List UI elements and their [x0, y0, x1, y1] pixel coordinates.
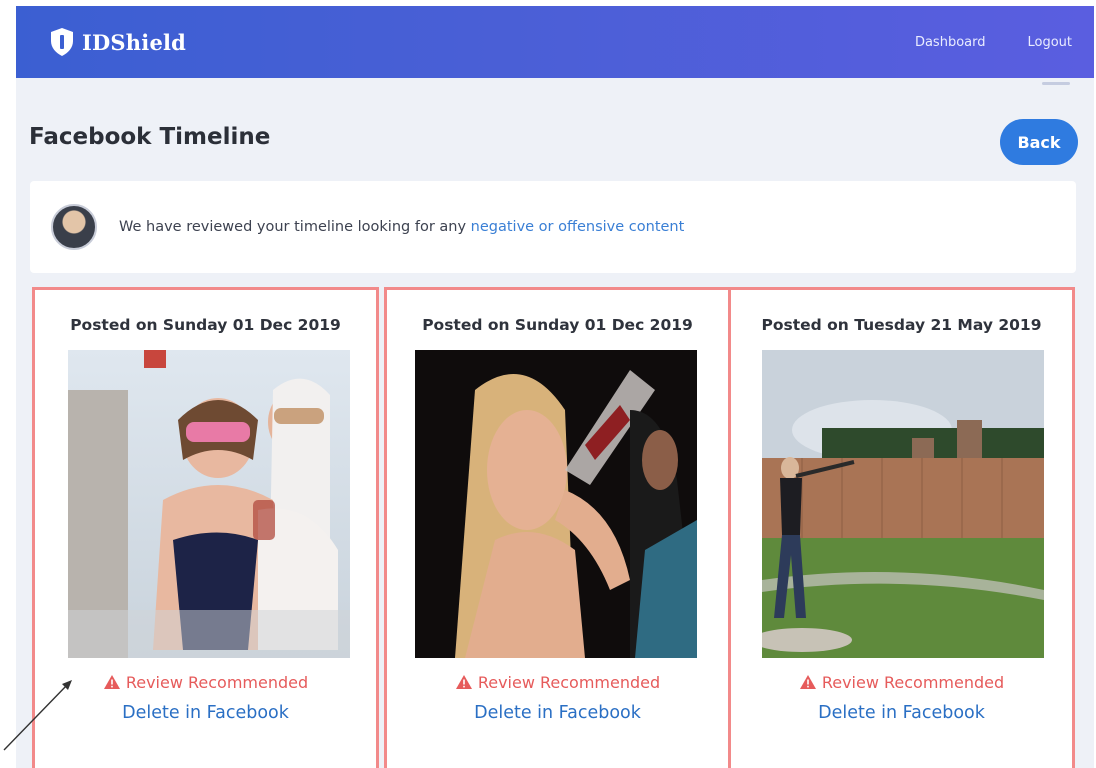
- top-navbar: IDShield Dashboard Logout: [16, 6, 1094, 78]
- delete-in-facebook-link[interactable]: Delete in Facebook: [731, 703, 1072, 723]
- warning-triangle-icon: [103, 675, 120, 689]
- post-card: Posted on Tuesday 21 May 2019 Review Rec…: [728, 287, 1075, 768]
- brand-logo[interactable]: IDShield: [50, 27, 186, 57]
- review-status-label: Review Recommended: [125, 673, 309, 692]
- review-status: Review Recommended: [35, 673, 376, 692]
- review-status: Review Recommended: [387, 673, 728, 692]
- notice-text: We have reviewed your timeline looking f…: [119, 219, 684, 235]
- shield-icon: [51, 28, 73, 56]
- review-status-label: Review Recommended: [821, 673, 1005, 692]
- post-photo: [762, 350, 1044, 658]
- delete-in-facebook-link[interactable]: Delete in Facebook: [35, 703, 376, 723]
- review-status: Review Recommended: [731, 673, 1072, 692]
- main-content: Facebook Timeline Back We have reviewed …: [16, 78, 1094, 768]
- post-date: Posted on Sunday 01 Dec 2019: [422, 316, 693, 334]
- back-button[interactable]: Back: [1000, 119, 1078, 165]
- page-title: Facebook Timeline: [29, 124, 271, 150]
- post-photo: [68, 350, 350, 658]
- warning-triangle-icon: [455, 675, 472, 689]
- post-photo: [415, 350, 697, 658]
- nav-logout-link[interactable]: Logout: [1027, 35, 1072, 50]
- post-date: Posted on Tuesday 21 May 2019: [761, 316, 1042, 334]
- nav-links: Dashboard Logout: [915, 6, 1072, 78]
- page: IDShield Dashboard Logout Facebook Timel…: [0, 0, 1096, 768]
- review-notice: We have reviewed your timeline looking f…: [30, 181, 1076, 273]
- review-status-label: Review Recommended: [477, 673, 661, 692]
- post-date: Posted on Sunday 01 Dec 2019: [70, 316, 341, 334]
- annotation-arrow: [3, 680, 72, 751]
- avatar: [51, 204, 97, 250]
- post-card: Posted on Sunday 01 Dec 2019 Review Reco…: [384, 287, 731, 768]
- offensive-content-link[interactable]: negative or offensive content: [471, 219, 685, 235]
- nav-dashboard-link[interactable]: Dashboard: [915, 35, 986, 50]
- warning-triangle-icon: [799, 675, 816, 689]
- scroll-indicator: [1042, 82, 1070, 85]
- post-card: Posted on Sunday 01 Dec 2019 Review Reco…: [32, 287, 379, 768]
- delete-in-facebook-link[interactable]: Delete in Facebook: [387, 703, 728, 723]
- brand-name: IDShield: [82, 29, 187, 55]
- notice-message: We have reviewed your timeline looking f…: [119, 219, 471, 235]
